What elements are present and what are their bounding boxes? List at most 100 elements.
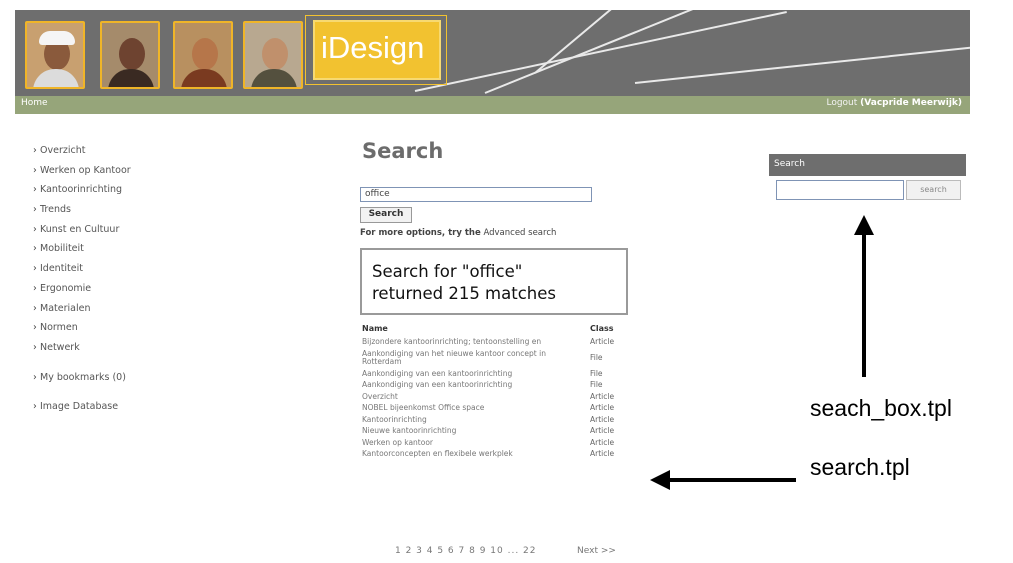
result-name-link[interactable]: Werken op kantoor: [362, 438, 572, 448]
sidebar-item-label: Trends: [40, 204, 71, 216]
table-row[interactable]: Aankondiging van een kantoorinrichting Fi…: [362, 380, 630, 390]
advanced-search-link[interactable]: Advanced search: [483, 228, 556, 238]
annotation-search-tpl: search.tpl: [810, 454, 910, 480]
chevron-right-icon: ›: [33, 371, 37, 383]
result-name-link[interactable]: Nieuwe kantoorinrichting: [362, 426, 572, 436]
result-summary-box: Search for "office" returned 215 matches: [360, 248, 628, 315]
sidebar-item-label: Mobiliteit: [40, 243, 84, 255]
sidebar-item[interactable]: › Werken op Kantoor: [33, 165, 183, 185]
chevron-right-icon: ›: [33, 243, 37, 255]
chevron-right-icon: ›: [33, 164, 37, 176]
result-name-link[interactable]: Bijzondere kantoorinrichting; tentoonste…: [362, 337, 572, 347]
result-summary-line: Search for "office": [372, 262, 523, 281]
next-page-link[interactable]: Next >>: [577, 546, 616, 556]
chevron-right-icon: ›: [33, 302, 37, 314]
result-class: File: [590, 352, 603, 362]
user-info: Logout (Vacpride Meerwijk): [826, 98, 962, 108]
arrow-left-icon: [650, 470, 670, 490]
sidebar-item[interactable]: › Trends: [33, 204, 183, 224]
sidebar-search-input[interactable]: [776, 180, 904, 200]
sidebar-item-image-database[interactable]: › Image Database: [33, 401, 183, 421]
result-class: File: [590, 368, 603, 378]
sidebar-item-label: Image Database: [40, 401, 119, 413]
chevron-right-icon: ›: [33, 223, 37, 235]
result-name-link[interactable]: Kantoorinrichting: [362, 415, 572, 425]
sidebar-item[interactable]: › Mobiliteit: [33, 243, 183, 263]
table-row[interactable]: Overzicht Article: [362, 391, 630, 402]
table-row[interactable]: Kantoorinrichting Article: [362, 415, 630, 425]
result-class: Article: [590, 437, 615, 447]
search-button[interactable]: Search: [360, 207, 412, 223]
result-summary: Search for "office" returned 215 matches: [372, 261, 556, 305]
annotation-arrow-shaft: [862, 232, 866, 377]
sidebar-item-label: Netwerk: [40, 341, 80, 353]
sidebar-item[interactable]: › Kantoorinrichting: [33, 184, 183, 204]
logo[interactable]: iDesign: [313, 20, 441, 80]
result-name-link[interactable]: Aankondiging van het nieuwe kantoor conc…: [362, 349, 572, 367]
top-nav-bar: Home Logout (Vacpride Meerwijk): [15, 96, 970, 114]
sidebar-item[interactable]: › Overzicht: [33, 145, 183, 165]
result-name-link[interactable]: Overzicht: [362, 392, 572, 402]
table-row[interactable]: Aankondiging van het nieuwe kantoor conc…: [362, 349, 630, 367]
sidebar-item[interactable]: › Normen: [33, 322, 183, 342]
result-class: File: [590, 380, 603, 389]
result-class: Article: [590, 391, 615, 401]
col-class-header: Class: [590, 324, 614, 333]
search-box-title: Search: [774, 159, 805, 169]
sidebar-item-bookmarks[interactable]: › My bookmarks (0): [33, 372, 183, 392]
logout-link[interactable]: Logout: [826, 98, 857, 108]
sidebar-item[interactable]: › Netwerk: [33, 342, 183, 362]
results-table: Name Class Bijzondere kantoorinrichting;…: [362, 324, 630, 462]
table-row[interactable]: Nieuwe kantoorinrichting Article: [362, 426, 630, 436]
result-class: Article: [590, 449, 615, 458]
chevron-right-icon: ›: [33, 263, 37, 275]
chevron-right-icon: ›: [33, 341, 37, 353]
result-class: Article: [590, 426, 615, 435]
headset-photo: [243, 21, 303, 89]
sidebar-item-label: My bookmarks (0): [40, 371, 126, 383]
banner-stripe: [414, 11, 787, 92]
sidebar-item-label: Kantoorinrichting: [40, 184, 123, 196]
sidebar-search-button[interactable]: search: [906, 180, 961, 200]
page-title: Search: [362, 139, 444, 163]
result-name-link[interactable]: Kantoorconcepten en flexibele werkplek: [362, 449, 572, 459]
chevron-right-icon: ›: [33, 282, 37, 294]
header-banner: iDesign: [15, 10, 970, 96]
sidebar-item-label: Normen: [40, 322, 78, 334]
more-options-text: For more options, try the Advanced searc…: [360, 228, 556, 238]
result-summary-line: returned 215 matches: [372, 284, 556, 303]
user-name: (Vacpride Meerwijk): [860, 98, 962, 108]
table-row[interactable]: Aankondiging van een kantoorinrichting Fi…: [362, 368, 630, 379]
home-link[interactable]: Home: [21, 98, 48, 108]
banner-stripe: [634, 46, 970, 84]
col-name-header: Name: [362, 324, 388, 333]
worker-photo: [25, 21, 85, 89]
annotation-arrow-shaft: [668, 478, 796, 482]
sidebar-item[interactable]: › Kunst en Cultuur: [33, 224, 183, 244]
sidebar-item[interactable]: › Materialen: [33, 303, 183, 323]
search-input[interactable]: office: [360, 187, 592, 202]
result-class: Article: [590, 337, 615, 346]
table-row[interactable]: Kantoorconcepten en flexibele werkplek Ar…: [362, 449, 630, 459]
pagination[interactable]: 1 2 3 4 5 6 7 8 9 10 ... 22: [395, 546, 537, 556]
phone-photo: [173, 21, 233, 89]
result-name-link[interactable]: Aankondiging van een kantoorinrichting: [362, 369, 572, 379]
table-row[interactable]: Werken op kantoor Article: [362, 437, 630, 448]
sidebar-item-label: Kunst en Cultuur: [40, 223, 120, 235]
sidebar-item[interactable]: › Identiteit: [33, 263, 183, 283]
sidebar-item-label: Identiteit: [40, 263, 83, 275]
annotation-search-box-tpl: seach_box.tpl: [810, 395, 952, 421]
result-name-link[interactable]: Aankondiging van een kantoorinrichting: [362, 380, 572, 390]
result-name-link[interactable]: NOBEL bijeenkomst Office space: [362, 403, 572, 413]
sidebar-item[interactable]: › Ergonomie: [33, 283, 183, 303]
sidebar-item-label: Overzicht: [40, 145, 86, 156]
woman-photo: [100, 21, 160, 89]
chevron-right-icon: ›: [33, 401, 37, 413]
chevron-right-icon: ›: [33, 204, 37, 216]
table-row[interactable]: Bijzondere kantoorinrichting; tentoonste…: [362, 337, 630, 347]
sidebar-item-label: Ergonomie: [40, 282, 92, 294]
chevron-right-icon: ›: [33, 145, 37, 156]
table-row[interactable]: NOBEL bijeenkomst Office space Article: [362, 403, 630, 413]
